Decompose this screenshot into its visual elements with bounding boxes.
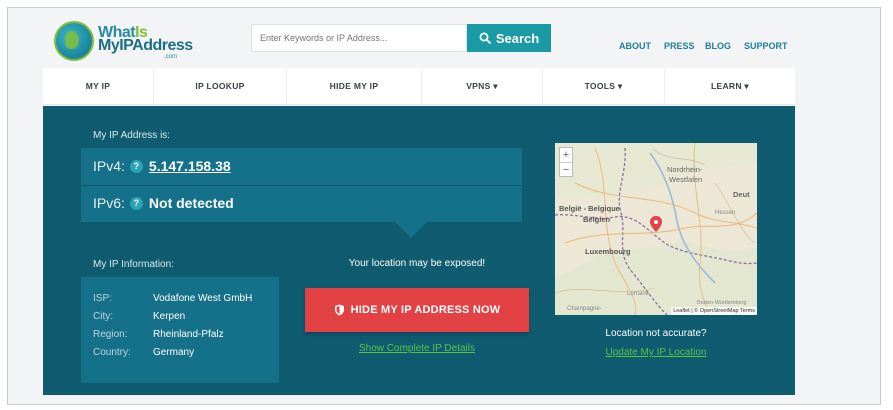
nav-hide-my-ip[interactable]: HIDE MY IP [287,68,422,104]
exposed-warning: Your location may be exposed! [348,258,486,269]
info-label-country: Country: [93,347,131,358]
info-value-region: Rheinland-Pfalz [153,329,224,340]
help-icon[interactable]: ? [129,196,143,210]
map-label-belgie: België - Belgique [559,204,620,213]
ipv6-row: IPv6: ? Not detected [93,193,234,213]
map-label-baden: Baden-Württemberg [697,300,747,306]
location-map[interactable]: + − Nordrhein- Westfalen België - Belgiq… [555,143,757,315]
ip-info-box: ISP: Vodafone West GmbH City: Kerpen Reg… [81,277,279,383]
location-not-accurate: Location not accurate? [605,328,707,339]
map-label-lorraine: Lorraine [627,291,650,297]
help-icon[interactable]: ? [129,159,143,173]
info-heading: My IP Information: [93,259,174,270]
zoom-in-button[interactable]: + [560,148,572,163]
top-links: ABOUT PRESS BLOG SUPPORT [619,39,799,53]
ip-panel: My IP Address is: IPv4: ? 5.147.158.38 I… [43,106,795,395]
search-input[interactable] [251,24,467,52]
map-label-deut: Deut [733,190,750,199]
hide-my-ip-button[interactable]: HIDE MY IP ADDRESS NOW [305,288,529,332]
page-frame: WhatIs MyIPAddress .com Search ABOUT PRE… [7,7,881,405]
main-nav: MY IP IP LOOKUP HIDE MY IP VPNS ▾ TOOLS … [43,68,795,105]
hide-my-ip-button-label: HIDE MY IP ADDRESS NOW [350,304,501,316]
ipv4-value[interactable]: 5.147.158.38 [149,158,231,174]
globe-logo-icon [54,21,94,61]
map-label-nordrhein: Nordrhein- [667,165,703,174]
header: WhatIs MyIPAddress .com Search ABOUT PRE… [8,8,880,68]
info-value-city: Kerpen [153,311,186,322]
ipv6-label: IPv6: [93,195,125,211]
logo-line3: .com [164,54,178,60]
map-zoom-control: + − [559,147,573,177]
info-value-country: Germany [153,347,195,358]
zoom-out-button[interactable]: − [560,163,572,177]
map-label-luxembourg: Luxembourg [585,247,631,256]
nav-learn[interactable]: LEARN ▾ [665,68,795,104]
nav-tools[interactable]: TOOLS ▾ [543,68,665,104]
search-icon [479,32,491,44]
logo-line2: MyIPAddress [98,37,193,54]
map-attribution[interactable]: Leaflet | © OpenStreetMap Terms [671,307,757,315]
info-value-isp: Vodafone West GmbH [153,293,253,304]
nav-ip-lookup[interactable]: IP LOOKUP [154,68,287,104]
ipv6-value: Not detected [148,195,234,211]
map-label-champagne: Champagne- [567,306,602,312]
map-label-westfalen: Westfalen [669,175,703,184]
ipv4-label: IPv4: [93,158,125,174]
nav-my-ip[interactable]: MY IP [43,68,154,104]
ip-box-pointer [395,222,427,238]
info-label-city: City: [93,311,113,322]
support-link[interactable]: SUPPORT [744,41,788,51]
press-link[interactable]: PRESS [664,41,695,51]
blog-link[interactable]: BLOG [705,41,731,51]
ip-address-box: IPv4: ? 5.147.158.38 IPv6: ? Not detecte… [81,148,522,222]
map-label-belgien: Belgien [583,215,611,224]
map-label-hessen: Hessen [715,210,736,216]
ip-heading: My IP Address is: [93,130,171,141]
show-details-link[interactable]: Show Complete IP Details [305,343,529,354]
info-label-isp: ISP: [93,293,112,304]
ip-divider [81,185,522,186]
search-button[interactable]: Search [467,24,551,52]
ipv4-row: IPv4: ? 5.147.158.38 [93,156,231,176]
about-link[interactable]: ABOUT [619,41,651,51]
site-logo[interactable]: WhatIs MyIPAddress .com [54,21,194,67]
shield-icon [334,304,344,316]
info-label-region: Region: [93,329,128,340]
search-button-label: Search [495,30,540,46]
nav-vpns[interactable]: VPNS ▾ [422,68,543,104]
map-terrain [555,143,757,315]
update-location-link[interactable]: Update My IP Location [555,347,757,358]
